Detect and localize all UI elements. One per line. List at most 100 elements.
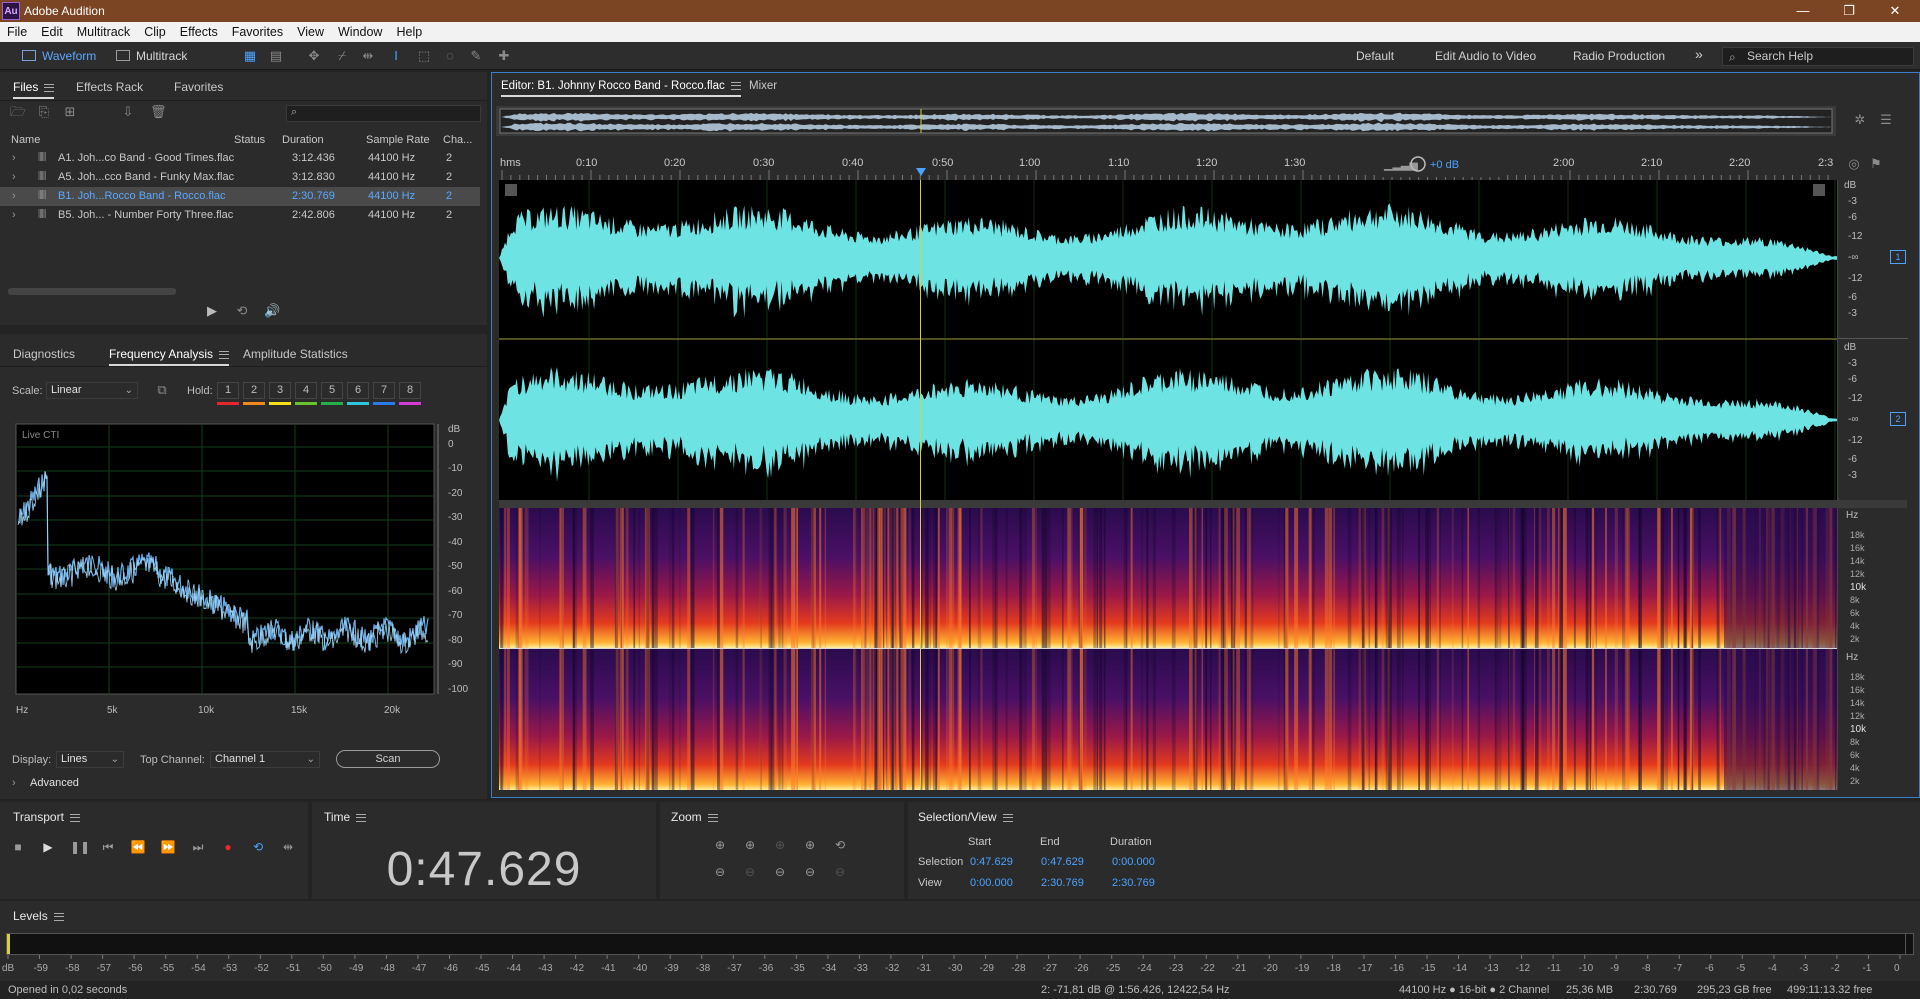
waveform-mode-button[interactable]: Waveform bbox=[18, 46, 96, 66]
file-row[interactable]: › ⫼⫼ B5. Joh... - Number Forty Three.fla… bbox=[0, 206, 480, 225]
column-sample-rate[interactable]: Sample Rate bbox=[366, 134, 430, 146]
lasso-tool-icon[interactable]: ◌ bbox=[442, 48, 458, 64]
panel-menu-icon[interactable] bbox=[69, 813, 80, 822]
panel-menu-icon[interactable] bbox=[730, 81, 741, 90]
playhead-line[interactable] bbox=[920, 180, 921, 790]
display-dropdown[interactable]: Lines ⌄ bbox=[56, 751, 124, 768]
menu-favorites[interactable]: Favorites bbox=[225, 22, 290, 39]
time-ruler[interactable]: hms 0:10 0:20 0:30 0:40 0:50 1:00 1:10 1… bbox=[496, 150, 1836, 180]
waveform-overview[interactable] bbox=[496, 106, 1836, 136]
search-help-input[interactable]: ⌕ Search Help bbox=[1722, 47, 1914, 66]
marquee-tool-icon[interactable]: ⬚ bbox=[416, 48, 432, 64]
tab-favorites[interactable]: Favorites bbox=[174, 80, 223, 94]
open-file-icon[interactable]: 🗁 bbox=[10, 104, 26, 120]
panel-menu-icon[interactable] bbox=[53, 912, 64, 921]
hud-icon[interactable] bbox=[505, 184, 517, 196]
autoplay-icon[interactable]: 🔊 bbox=[264, 303, 280, 319]
hold-button-3[interactable]: 3 bbox=[269, 382, 291, 399]
panel-menu-icon[interactable] bbox=[219, 350, 230, 359]
menu-help[interactable]: Help bbox=[389, 22, 429, 39]
waveform-display[interactable] bbox=[499, 180, 1839, 500]
hold-button-1[interactable]: 1 bbox=[217, 382, 239, 399]
expand-chevron-icon[interactable]: › bbox=[12, 190, 16, 202]
loop-preview-icon[interactable]: ⟲ bbox=[234, 303, 250, 319]
column-name[interactable]: Name bbox=[11, 134, 40, 146]
tab-editor[interactable]: Editor: B1. Johnny Rocco Band - Rocco.fl… bbox=[501, 80, 741, 97]
menu-clip[interactable]: Clip bbox=[137, 22, 173, 39]
pause-icon[interactable]: ❚❚ bbox=[70, 839, 90, 855]
selection-start-field[interactable]: 0:47.629 bbox=[970, 856, 1013, 868]
horizontal-scrollbar[interactable] bbox=[8, 288, 176, 295]
reset-view-icon[interactable]: ⧉ bbox=[154, 382, 170, 398]
zoom-in-point-icon[interactable]: ⊕ bbox=[802, 837, 818, 853]
go-to-end-icon[interactable]: ⏭ bbox=[190, 839, 206, 855]
scan-button[interactable]: Scan bbox=[336, 750, 440, 768]
razor-tool-icon[interactable]: ⌿ bbox=[334, 48, 350, 64]
column-duration[interactable]: Duration bbox=[282, 134, 324, 146]
close-button[interactable]: ✕ bbox=[1872, 0, 1918, 22]
channel-2-toggle[interactable]: 2 bbox=[1890, 412, 1906, 426]
zoom-to-selection-icon[interactable]: ⊖ bbox=[832, 864, 848, 880]
tab-files[interactable]: Files bbox=[13, 80, 55, 99]
editor-settings-icon[interactable]: ☰ bbox=[1878, 112, 1894, 128]
move-tool-icon[interactable]: ✥ bbox=[306, 48, 322, 64]
menu-file[interactable]: File bbox=[0, 22, 34, 39]
zoom-out-time-icon[interactable]: ⊖ bbox=[742, 864, 758, 880]
zoom-in-amplitude-icon[interactable]: ⊕ bbox=[712, 837, 728, 853]
zoom-overview-icon[interactable]: ✲ bbox=[1852, 112, 1868, 128]
restore-button[interactable]: ❐ bbox=[1826, 0, 1872, 22]
tab-frequency-analysis[interactable]: Frequency Analysis bbox=[109, 347, 230, 366]
more-workspaces-button[interactable]: » bbox=[1695, 46, 1703, 62]
tab-diagnostics[interactable]: Diagnostics bbox=[13, 347, 75, 361]
hold-button-4[interactable]: 4 bbox=[295, 382, 317, 399]
menu-edit[interactable]: Edit bbox=[34, 22, 70, 39]
delete-file-icon[interactable]: 🗑 bbox=[150, 104, 167, 120]
view-splitter[interactable] bbox=[499, 500, 1907, 508]
top-channel-dropdown[interactable]: Channel 1 ⌄ bbox=[210, 751, 320, 768]
fast-forward-icon[interactable]: ⏩ bbox=[160, 839, 176, 855]
new-file-icon[interactable]: ⊞ bbox=[62, 104, 78, 120]
tab-mixer[interactable]: Mixer bbox=[749, 80, 777, 92]
panel-menu-icon[interactable] bbox=[44, 83, 55, 92]
multitrack-mode-button[interactable]: Multitrack bbox=[112, 46, 187, 66]
tab-effects-rack[interactable]: Effects Rack bbox=[76, 80, 143, 94]
go-to-start-icon[interactable]: ⏮ bbox=[100, 839, 116, 855]
panel-menu-icon[interactable] bbox=[707, 813, 718, 822]
scale-dropdown[interactable]: Linear ⌄ bbox=[46, 382, 138, 399]
waveform-view-icon[interactable]: ▦ bbox=[242, 48, 258, 64]
selection-end-field[interactable]: 0:47.629 bbox=[1041, 856, 1084, 868]
zoom-to-fit-icon[interactable]: ◎ bbox=[1846, 156, 1862, 172]
column-channels[interactable]: Cha... bbox=[443, 134, 472, 146]
slip-tool-icon[interactable]: ⇹ bbox=[360, 48, 376, 64]
menu-multitrack[interactable]: Multitrack bbox=[70, 22, 137, 39]
zoom-out-full-all-icon[interactable]: ⊖ bbox=[802, 864, 818, 880]
file-row[interactable]: › ⫼⫼ B1. Joh...Rocco Band - Rocco.flac 2… bbox=[0, 187, 480, 206]
spectral-display[interactable] bbox=[499, 508, 1839, 790]
gain-value[interactable]: +0 dB bbox=[1430, 159, 1459, 171]
play-preview-icon[interactable]: ▶ bbox=[204, 303, 220, 319]
skip-icon[interactable]: ⇹ bbox=[280, 839, 296, 855]
menu-effects[interactable]: Effects bbox=[173, 22, 225, 39]
zoom-out-full-icon[interactable]: ⊖ bbox=[772, 864, 788, 880]
file-row[interactable]: › ⫼⫼ A1. Joh...co Band - Good Times.flac… bbox=[0, 149, 480, 168]
zoom-reset-icon[interactable]: ⟲ bbox=[832, 837, 848, 853]
record-icon[interactable]: ● bbox=[220, 839, 236, 855]
expand-chevron-icon[interactable]: › bbox=[12, 777, 16, 789]
expand-chevron-icon[interactable]: › bbox=[12, 171, 16, 183]
import-file-icon[interactable]: ⎘ bbox=[36, 104, 52, 120]
hold-button-6[interactable]: 6 bbox=[347, 382, 369, 399]
panel-menu-icon[interactable] bbox=[356, 813, 367, 822]
loop-icon[interactable]: ⟲ bbox=[250, 839, 266, 855]
file-row[interactable]: › ⫼⫼ A5. Joh...cco Band - Funky Max.flac… bbox=[0, 168, 480, 187]
rewind-icon[interactable]: ⏪ bbox=[130, 839, 146, 855]
marker-icon[interactable]: ⚑ bbox=[1868, 156, 1884, 172]
clip-indicator[interactable] bbox=[1905, 934, 1913, 954]
panel-menu-icon[interactable] bbox=[1002, 813, 1013, 822]
zoom-in-time-icon[interactable]: ⊕ bbox=[742, 837, 758, 853]
time-selection-tool-icon[interactable]: I bbox=[388, 48, 404, 64]
tab-amplitude-statistics[interactable]: Amplitude Statistics bbox=[243, 347, 348, 361]
view-end-field[interactable]: 2:30.769 bbox=[1041, 877, 1084, 889]
hold-button-8[interactable]: 8 bbox=[399, 382, 421, 399]
minimize-button[interactable]: — bbox=[1780, 0, 1826, 22]
menu-window[interactable]: Window bbox=[331, 22, 389, 39]
